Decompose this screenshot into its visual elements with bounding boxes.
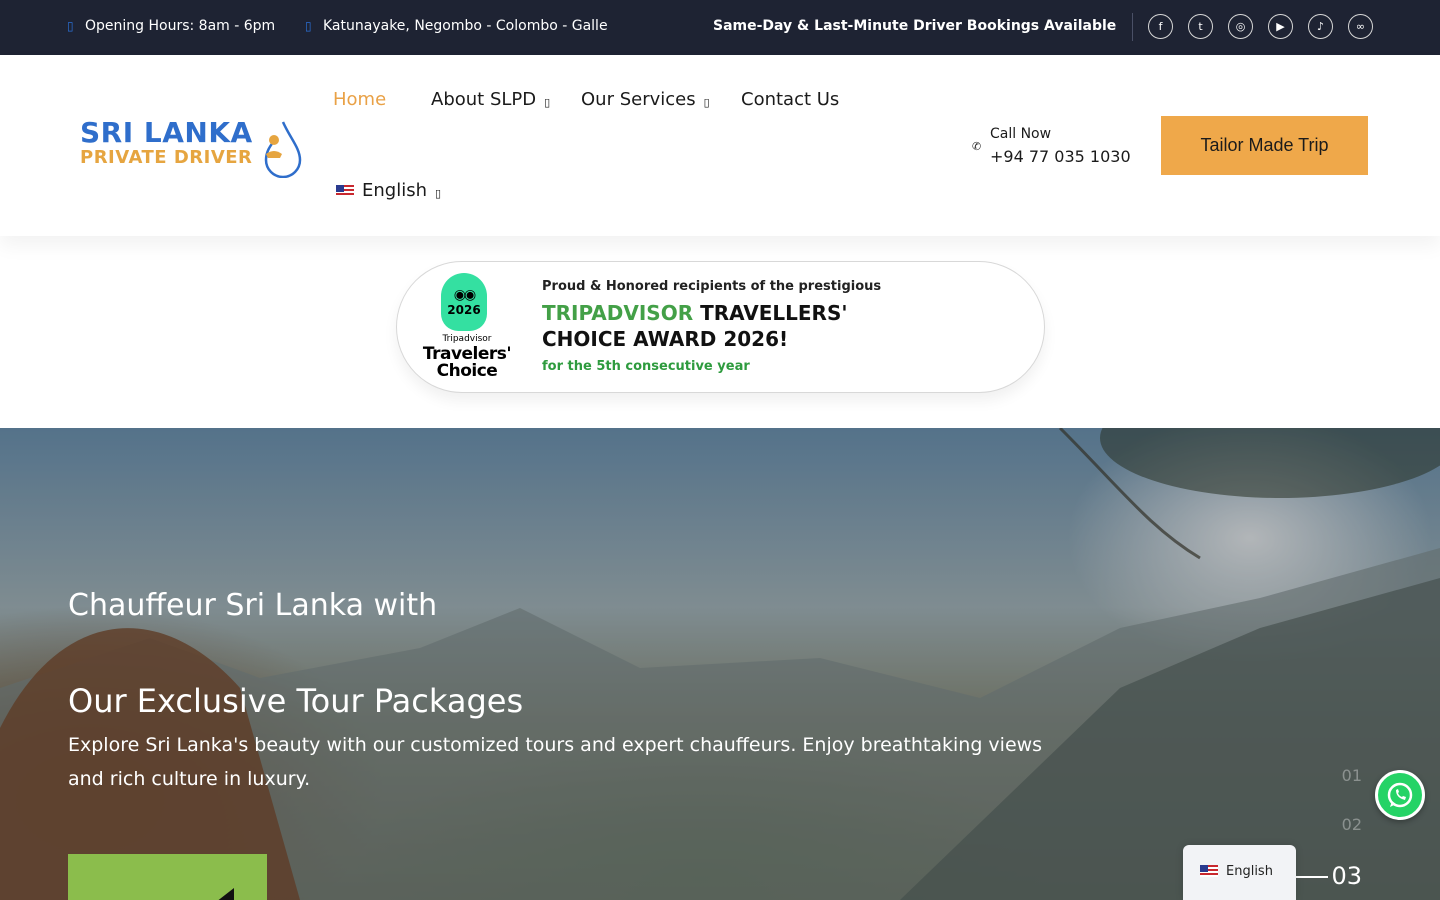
- locations: ▯ Katunayake, Negombo - Colombo - Galle: [305, 18, 608, 34]
- us-flag-icon: [336, 184, 354, 197]
- us-flag-icon: [1200, 865, 1218, 877]
- clock-icon: ▯: [67, 19, 74, 33]
- call-number: +94 77 035 1030: [990, 147, 1131, 166]
- hero-title-line1: Chauffeur Sri Lanka with: [68, 588, 438, 623]
- map-pin-icon: ▯: [305, 19, 312, 33]
- youtube-icon[interactable]: ▶: [1268, 14, 1293, 39]
- badge-title: Travelers' Choice: [422, 344, 512, 381]
- opening-hours-text: Opening Hours: 8am - 6pm: [85, 18, 276, 34]
- nav-services-label: Our Services: [581, 89, 696, 110]
- instagram-icon[interactable]: ◎: [1228, 14, 1253, 39]
- tripadvisor-badge-icon: ◉◉ 2026: [441, 273, 487, 331]
- hero-description: Explore Sri Lanka's beauty with our cust…: [68, 734, 1043, 790]
- tailor-made-trip-button[interactable]: Tailor Made Trip: [1161, 116, 1368, 175]
- slide-indicator-1[interactable]: 01: [1342, 766, 1362, 785]
- whatsapp-icon: [1387, 782, 1413, 808]
- nav-contact[interactable]: Contact Us: [741, 89, 839, 110]
- nav-about-label: About SLPD: [431, 89, 537, 110]
- chevron-down-icon: ▯: [544, 96, 551, 109]
- facebook-icon[interactable]: f: [1148, 14, 1173, 39]
- slide-indicator-2[interactable]: 02: [1342, 815, 1362, 834]
- chevron-down-icon: ▯: [703, 96, 710, 109]
- logo-text-primary: SRI LANKA: [80, 116, 253, 149]
- language-switcher-label: English: [1226, 864, 1273, 879]
- nav-home-label: Home: [333, 89, 387, 110]
- topbar-divider: [1132, 13, 1133, 41]
- hero-slider: Chauffeur Sri Lanka with Our Exclusive T…: [0, 428, 1440, 900]
- language-switcher-widget[interactable]: English: [1183, 845, 1296, 900]
- badge-year: 2026: [447, 303, 481, 317]
- locations-text: Katunayake, Negombo - Colombo - Galle: [323, 18, 608, 34]
- badge-brand: Tripadvisor: [442, 334, 492, 344]
- nav-services[interactable]: Our Services ▯: [581, 89, 710, 110]
- opening-hours: ▯ Opening Hours: 8am - 6pm: [67, 18, 275, 34]
- hero-title-line2: Our Exclusive Tour Packages: [68, 682, 524, 720]
- nav-home[interactable]: Home: [333, 89, 386, 110]
- hero-overlay: [0, 428, 1440, 900]
- nav-contact-label: Contact Us: [741, 89, 840, 110]
- tripadvisor-icon[interactable]: ∞: [1348, 14, 1373, 39]
- chevron-down-icon: ▯: [435, 187, 442, 200]
- nav-about[interactable]: About SLPD ▯: [431, 89, 550, 110]
- booking-tagline: Same-Day & Last-Minute Driver Bookings A…: [713, 18, 1117, 34]
- tiktok-icon[interactable]: ♪: [1308, 14, 1333, 39]
- award-kicker: Proud & Honored recipients of the presti…: [542, 279, 882, 294]
- phone-icon: ✆: [972, 140, 982, 153]
- hero-cta-button[interactable]: [68, 854, 267, 900]
- top-bar: ▯ Opening Hours: 8am - 6pm ▯ Katunayake,…: [0, 0, 1440, 55]
- award-banner: ◉◉ 2026 Tripadvisor Travelers' Choice Pr…: [396, 261, 1045, 393]
- language-label: English: [362, 180, 427, 201]
- twitter-icon[interactable]: t: [1188, 14, 1213, 39]
- logo-drop-icon: [264, 121, 302, 178]
- award-subtitle: for the 5th consecutive year: [542, 359, 750, 374]
- language-selector[interactable]: English ▯: [336, 180, 441, 201]
- site-logo[interactable]: SRI LANKA PRIVATE DRIVER: [80, 118, 253, 168]
- award-headline-brand: TRIPADVISOR: [542, 301, 694, 325]
- logo-text-secondary: PRIVATE DRIVER: [80, 147, 253, 168]
- call-label: Call Now: [990, 126, 1052, 142]
- whatsapp-button[interactable]: [1375, 770, 1425, 820]
- slide-indicator-3[interactable]: 03: [1331, 862, 1362, 890]
- award-headline: TRIPADVISOR TRAVELLERS' CHOICE AWARD 202…: [542, 300, 882, 352]
